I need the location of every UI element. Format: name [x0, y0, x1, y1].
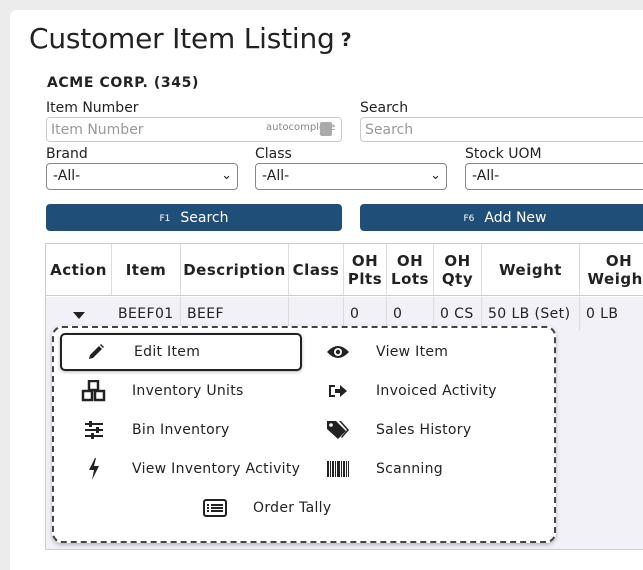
search-button[interactable]: F1 Search [46, 204, 342, 231]
column-header-oh-plts[interactable]: OH Plts [344, 244, 387, 296]
column-header-action[interactable]: Action [46, 244, 112, 296]
sign-out-icon [324, 379, 352, 403]
item-number-label: Item Number [46, 100, 139, 116]
column-header-weight[interactable]: Weight [482, 244, 580, 296]
column-header-oh-weight[interactable]: OH Weight [580, 244, 643, 296]
cell-oh-weight: 0 LB [586, 306, 619, 322]
bolt-icon [80, 457, 108, 481]
column-header-class[interactable]: Class [289, 244, 344, 296]
menu-item-inventory-units[interactable]: Inventory Units [80, 374, 310, 408]
menu-item-invoiced-activity[interactable]: Invoiced Activity [324, 374, 544, 408]
menu-item-bin-inventory[interactable]: Bin Inventory [80, 413, 310, 447]
menu-item-view-inventory-activity[interactable]: View Inventory Activity [80, 452, 330, 486]
caret-down-icon[interactable] [73, 312, 85, 319]
column-header-oh-lots[interactable]: OH Lots [387, 244, 434, 296]
customer-name: ACME CORP. (345) [47, 75, 199, 91]
brand-select[interactable]: -All- ⌄ [46, 163, 238, 190]
action-menu: Edit Item View Item Inventory Units Invo… [52, 326, 556, 543]
chevron-down-icon: ⌄ [430, 168, 441, 183]
stock-uom-select[interactable]: -All-⌄ [465, 163, 643, 190]
stock-uom-label: Stock UOM [465, 146, 542, 162]
barcode-icon [324, 457, 352, 481]
autocomplete-icon[interactable] [320, 122, 332, 136]
menu-item-scanning[interactable]: Scanning [324, 452, 544, 486]
search-label: Search [360, 100, 409, 116]
class-label: Class [255, 146, 292, 162]
list-alt-icon [201, 496, 229, 520]
class-select[interactable]: -All- ⌄ [255, 163, 447, 190]
page-title: Customer Item Listing? [29, 22, 352, 55]
menu-item-sales-history[interactable]: Sales History [324, 413, 544, 447]
menu-item-order-tally[interactable]: Order Tally [201, 491, 401, 525]
help-icon[interactable]: ? [341, 29, 352, 51]
sliders-icon [80, 418, 108, 442]
search-input[interactable] [360, 117, 643, 142]
brand-label: Brand [46, 146, 88, 162]
tags-icon [324, 418, 352, 442]
menu-item-view-item[interactable]: View Item [322, 335, 542, 369]
chevron-down-icon: ⌄ [221, 168, 232, 183]
pencil-icon [82, 340, 110, 364]
main-panel: Customer Item Listing? ACME CORP. (345) … [10, 10, 643, 570]
column-header-item[interactable]: Item [112, 244, 181, 296]
add-new-button[interactable]: F6 Add New [360, 204, 643, 231]
cubes-icon [80, 379, 108, 403]
column-header-description[interactable]: Description [181, 244, 289, 296]
column-header-oh-qty[interactable]: OH Qty [434, 244, 482, 296]
menu-item-edit-item[interactable]: Edit Item [60, 333, 302, 371]
eye-icon [324, 340, 352, 364]
